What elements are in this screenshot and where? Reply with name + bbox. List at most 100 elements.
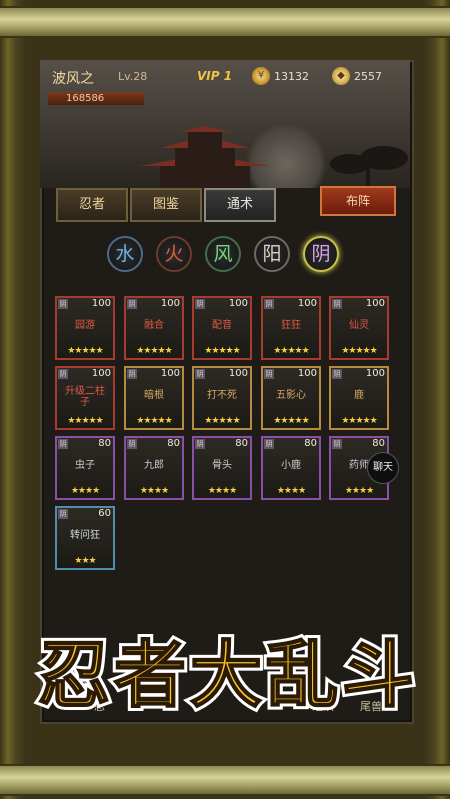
card-stars: ★★★★ bbox=[344, 486, 374, 496]
ninja-card[interactable]: 阴 100 五影心 ★★★★★ bbox=[261, 366, 321, 430]
card-name: 打不死 bbox=[207, 390, 237, 401]
card-tag: 阴 bbox=[264, 369, 274, 379]
card-tag: 阴 bbox=[195, 439, 205, 449]
game-title-text: 忍者大乱斗 bbox=[38, 632, 418, 717]
card-level: 100 bbox=[228, 368, 248, 379]
card-stars: ★★★★★ bbox=[273, 416, 309, 426]
chat-button[interactable]: 聊天 bbox=[367, 452, 399, 484]
ninja-card[interactable]: 阴 80 骨头 ★★★★ bbox=[192, 436, 252, 500]
card-name: 升级二柱子 bbox=[65, 386, 105, 408]
ninja-card[interactable]: 阴 100 融合 ★★★★★ bbox=[124, 296, 184, 360]
card-level: 100 bbox=[365, 298, 385, 309]
card-name: 转问狂 bbox=[70, 530, 100, 541]
card-level: 80 bbox=[372, 438, 385, 449]
card-stars: ★★★★★ bbox=[136, 416, 172, 426]
card-tag: 阴 bbox=[58, 299, 68, 309]
element-water[interactable]: 水 bbox=[107, 236, 143, 272]
card-name: 虫子 bbox=[75, 460, 95, 471]
card-level: 100 bbox=[228, 298, 248, 309]
ninja-card[interactable]: 阴 80 小鹿 ★★★★ bbox=[261, 436, 321, 500]
card-tag: 阴 bbox=[195, 369, 205, 379]
card-name: 骨头 bbox=[212, 460, 232, 471]
power-bar: 168586 bbox=[48, 92, 144, 105]
card-name: 五影心 bbox=[276, 390, 306, 401]
card-name: 园游 bbox=[75, 320, 95, 331]
player-name: 波风之 bbox=[52, 71, 94, 87]
player-topbar: 波风之 Lv.28 VIP 1 ¥ 13132 ◆ 2557 bbox=[42, 62, 408, 96]
element-yang[interactable]: 阳 bbox=[254, 236, 290, 272]
ninja-card[interactable]: 阴 80 虫子 ★★★★ bbox=[55, 436, 115, 500]
gem-amount: 2557 bbox=[354, 70, 382, 83]
element-yin[interactable]: 阴 bbox=[303, 236, 339, 272]
card-stars: ★★★★★ bbox=[341, 416, 377, 426]
card-stars: ★★★ bbox=[74, 556, 96, 566]
ninja-card[interactable]: 阴 100 鹿 ★★★★★ bbox=[329, 366, 389, 430]
card-tag: 阴 bbox=[264, 439, 274, 449]
gold-coin-icon: ¥ bbox=[252, 67, 270, 85]
card-name: 鹿 bbox=[354, 390, 364, 401]
card-name: 配音 bbox=[212, 320, 232, 331]
card-stars: ★★★★★ bbox=[273, 346, 309, 356]
scroll-top-roller bbox=[0, 6, 450, 38]
card-stars: ★★★★ bbox=[139, 486, 169, 496]
card-stars: ★★★★ bbox=[70, 486, 100, 496]
card-stars: ★★★★ bbox=[207, 486, 237, 496]
card-level: 80 bbox=[98, 438, 111, 449]
ninja-card[interactable]: 阴 100 配音 ★★★★★ bbox=[192, 296, 252, 360]
tab-ninja[interactable]: 忍者 bbox=[56, 188, 128, 222]
gem-icon: ◆ bbox=[332, 67, 350, 85]
card-name: 仙灵 bbox=[349, 320, 369, 331]
card-level: 100 bbox=[297, 368, 317, 379]
temple-silhouette bbox=[140, 126, 270, 188]
card-level: 60 bbox=[98, 508, 111, 519]
ninja-card[interactable]: 阴 80 九郎 ★★★★ bbox=[124, 436, 184, 500]
card-level: 100 bbox=[91, 368, 111, 379]
ninja-card[interactable]: 阴 100 暗根 ★★★★★ bbox=[124, 366, 184, 430]
tree-silhouette bbox=[330, 146, 408, 188]
formation-button[interactable]: 布阵 bbox=[320, 186, 396, 216]
card-tag: 阴 bbox=[58, 369, 68, 379]
vip-badge[interactable]: VIP 1 bbox=[197, 69, 232, 83]
card-tag: 阴 bbox=[332, 439, 342, 449]
card-level: 80 bbox=[235, 438, 248, 449]
card-name: 暗根 bbox=[144, 390, 164, 401]
card-stars: ★★★★ bbox=[276, 486, 306, 496]
card-tag: 阴 bbox=[332, 369, 342, 379]
tab-technique[interactable]: 通术 bbox=[204, 188, 276, 222]
card-level: 100 bbox=[160, 368, 180, 379]
card-stars: ★★★★★ bbox=[67, 416, 103, 426]
ninja-card[interactable]: 阴 100 园游 ★★★★★ bbox=[55, 296, 115, 360]
card-tag: 阴 bbox=[58, 509, 68, 519]
card-tag: 阴 bbox=[127, 439, 137, 449]
card-tag: 阴 bbox=[58, 439, 68, 449]
card-level: 100 bbox=[160, 298, 180, 309]
card-level: 100 bbox=[297, 298, 317, 309]
ninja-card[interactable]: 阴 60 转问狂 ★★★ bbox=[55, 506, 115, 570]
card-stars: ★★★★★ bbox=[67, 346, 103, 356]
element-fire[interactable]: 火 bbox=[156, 236, 192, 272]
element-wind[interactable]: 风 bbox=[205, 236, 241, 272]
card-tag: 阴 bbox=[332, 299, 342, 309]
card-name: 狂狂 bbox=[281, 320, 301, 331]
ninja-card[interactable]: 阴 100 升级二柱子 ★★★★★ bbox=[55, 366, 115, 430]
card-tag: 阴 bbox=[264, 299, 274, 309]
ninja-card[interactable]: 阴 100 打不死 ★★★★★ bbox=[192, 366, 252, 430]
ninja-card[interactable]: 阴 100 仙灵 ★★★★★ bbox=[329, 296, 389, 360]
card-tag: 阴 bbox=[195, 299, 205, 309]
card-name: 九郎 bbox=[144, 460, 164, 471]
tab-codex[interactable]: 图鉴 bbox=[130, 188, 202, 222]
card-level: 100 bbox=[91, 298, 111, 309]
player-level: Lv.28 bbox=[118, 70, 148, 83]
card-tag: 阴 bbox=[127, 299, 137, 309]
card-stars: ★★★★★ bbox=[204, 346, 240, 356]
gold-amount: 13132 bbox=[274, 70, 309, 83]
card-name: 融合 bbox=[144, 320, 164, 331]
card-stars: ★★★★★ bbox=[136, 346, 172, 356]
card-level: 100 bbox=[365, 368, 385, 379]
scroll-bottom-roller bbox=[0, 764, 450, 796]
card-stars: ★★★★★ bbox=[204, 416, 240, 426]
card-level: 80 bbox=[304, 438, 317, 449]
card-tag: 阴 bbox=[127, 369, 137, 379]
ninja-card[interactable]: 阴 100 狂狂 ★★★★★ bbox=[261, 296, 321, 360]
game-title-logo: 忍者大乱斗 忍者大乱斗 bbox=[34, 628, 418, 721]
